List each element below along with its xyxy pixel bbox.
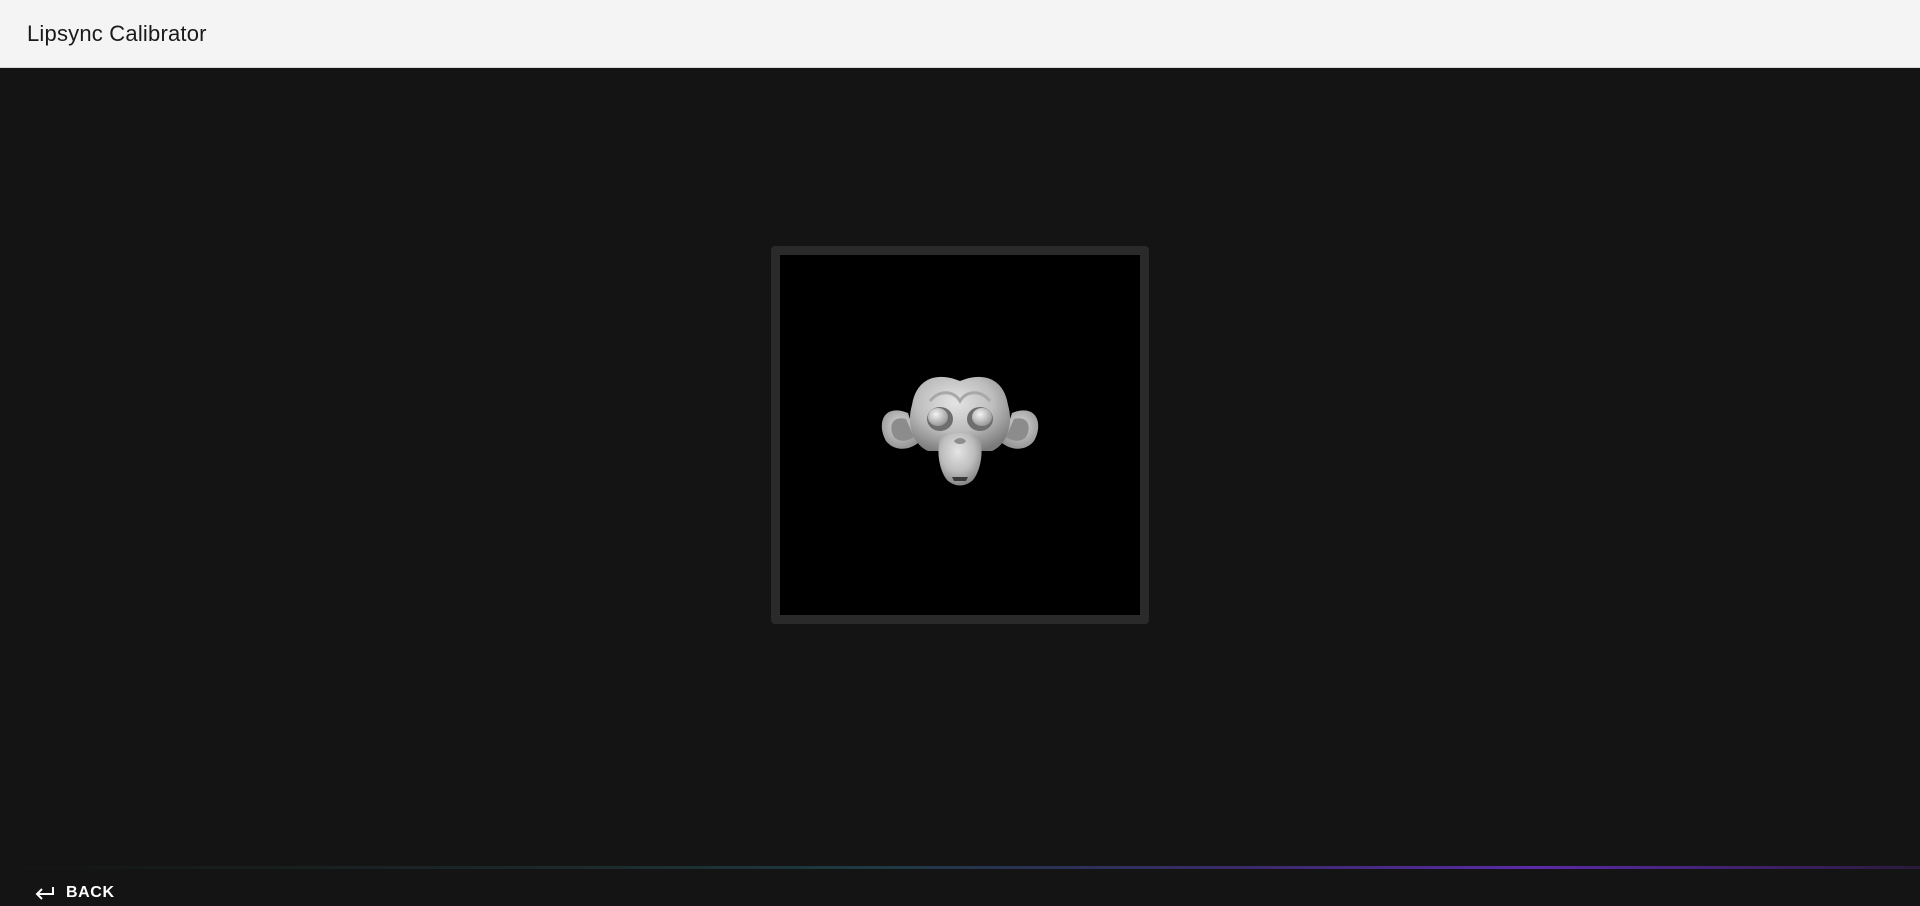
back-label: BACK <box>66 884 115 901</box>
back-button[interactable]: BACK <box>34 880 115 906</box>
app-bar: Lipsync Calibrator <box>0 0 1920 68</box>
3d-viewport[interactable] <box>780 255 1140 615</box>
main-content: BACK <box>0 68 1920 901</box>
app-title: Lipsync Calibrator <box>27 21 207 46</box>
monkey-head-model <box>881 376 1039 486</box>
viewport-frame <box>771 246 1149 624</box>
mouth <box>952 477 968 481</box>
return-arrow-icon <box>34 885 56 901</box>
